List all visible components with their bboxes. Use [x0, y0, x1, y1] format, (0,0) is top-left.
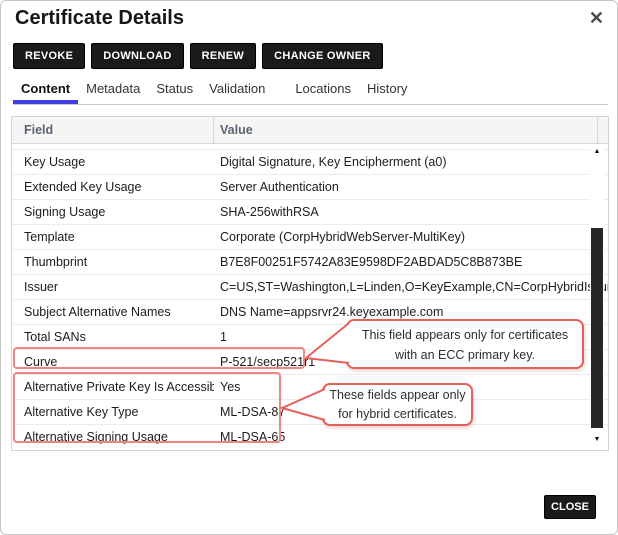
value-cell: Server Authentication [214, 175, 608, 199]
field-cell: Template [12, 225, 214, 249]
value-cell: B7E8F00251F5742A83E9598DF2ABDAD5C8B873BE [214, 250, 608, 274]
table-row: Signing UsageSHA-256withRSA [12, 199, 608, 224]
hybrid-fields-callout: These fields appear only for hybrid cert… [322, 383, 473, 426]
table-row: TemplateCorporate (CorpHybridWebServer-M… [12, 224, 608, 249]
tab-content[interactable]: Content [13, 79, 78, 104]
column-header-value: Value [214, 117, 598, 143]
tab-locations[interactable]: Locations [287, 79, 359, 104]
value-cell: Digital Signature, Key Encipherment (a0) [214, 150, 608, 174]
tab-history[interactable]: History [359, 79, 415, 104]
ecc-field-callout: This field appears only for certificates… [346, 319, 584, 369]
table-row: IssuerC=US,ST=Washington,L=Linden,O=KeyE… [12, 274, 608, 299]
field-cell: Alternative Key Type [12, 400, 214, 424]
table-row: Alternative Key TypeML-DSA-87 [12, 399, 608, 424]
field-cell: Alternative Signing Usage [12, 425, 214, 449]
value-cell: C=US,ST=Washington,L=Linden,O=KeyExample… [214, 275, 608, 299]
close-icon[interactable]: ✕ [589, 8, 604, 28]
field-cell: Curve [12, 350, 214, 374]
field-cell: Subject Alternative Names [12, 300, 214, 324]
table-row: Key UsageDigital Signature, Key Encipher… [12, 149, 608, 174]
scroll-down-icon[interactable]: ▼ [590, 434, 604, 445]
field-cell: Thumbprint [12, 250, 214, 274]
dialog-title: Certificate Details [15, 7, 184, 30]
field-cell: Issuer [12, 275, 214, 299]
download-button[interactable]: DOWNLOAD [91, 43, 183, 69]
table-row: Extended Key UsageServer Authentication [12, 174, 608, 199]
value-cell: Corporate (CorpHybridWebServer-MultiKey) [214, 225, 608, 249]
tab-validation[interactable]: Validation [201, 79, 273, 104]
table-body: Key UsageDigital Signature, Key Encipher… [12, 144, 608, 449]
field-cell: Signing Usage [12, 200, 214, 224]
table-header-row: Field Value [12, 117, 608, 144]
callout-text: These fields appear only [324, 386, 471, 405]
table-row: ThumbprintB7E8F00251F5742A83E9598DF2ABDA… [12, 249, 608, 274]
tab-status[interactable]: Status [148, 79, 201, 104]
details-table: Field Value Key UsageDigital Signature, … [11, 116, 609, 451]
action-button-bar: REVOKEDOWNLOAD RENEWCHANGE OWNER [13, 43, 383, 69]
certificate-details-dialog: Certificate Details ✕ REVOKEDOWNLOAD RENE… [0, 0, 618, 535]
field-cell: Alternative Private Key Is Accessible [12, 375, 214, 399]
close-button[interactable]: CLOSE [544, 495, 596, 519]
table-row: Alternative Signing UsageML-DSA-65 [12, 424, 608, 449]
table-row: Alternative Private Key Is AccessibleYes [12, 374, 608, 399]
revoke-button[interactable]: REVOKE [13, 43, 85, 69]
value-cell: SHA-256withRSA [214, 200, 608, 224]
callout-text: This field appears only for certificates [348, 325, 582, 345]
field-cell: Key Usage [12, 150, 214, 174]
callout-text: with an ECC primary key. [348, 345, 582, 365]
scrollbar[interactable]: ▲ ▼ [590, 146, 604, 445]
field-cell: Extended Key Usage [12, 175, 214, 199]
value-cell: ML-DSA-65 [214, 425, 608, 449]
change-owner-button[interactable]: CHANGE OWNER [262, 43, 383, 69]
renew-button[interactable]: RENEW [190, 43, 256, 69]
tab-metadata[interactable]: Metadata [78, 79, 148, 104]
column-header-field: Field [12, 117, 214, 143]
callout-text: for hybrid certificates. [324, 405, 471, 424]
scrollbar-thumb[interactable] [591, 228, 603, 428]
field-cell: Total SANs [12, 325, 214, 349]
tab-bar: ContentMetadataStatusValidation Locations… [13, 79, 608, 105]
scroll-up-icon[interactable]: ▲ [590, 146, 604, 157]
